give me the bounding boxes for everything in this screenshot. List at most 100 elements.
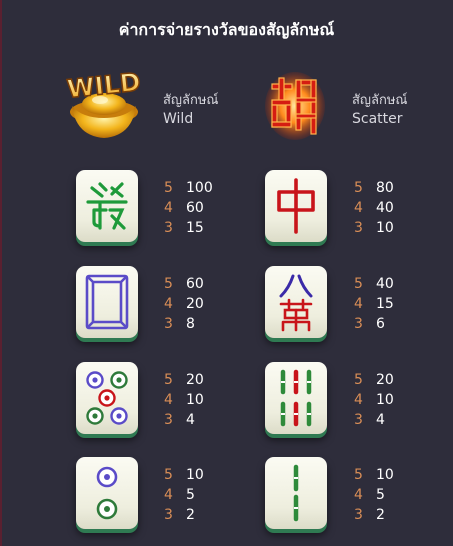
pay-value: 10	[376, 467, 394, 483]
pay-row: 5 60	[164, 274, 244, 294]
six-bamboo-tile-icon	[265, 362, 327, 434]
pay-row: 34	[354, 410, 434, 430]
pay-count: 3	[164, 507, 173, 523]
pay-value: 2	[376, 507, 385, 523]
pay-row: 5 20	[164, 370, 244, 390]
pay-value: 5	[186, 487, 195, 503]
two-bamboo-paytable: 5 10 45 32	[354, 465, 434, 525]
wild-label-prefix: สัญลักษณ์	[163, 93, 219, 108]
five-dots-paytable: 5 20 4 10 34	[164, 370, 244, 430]
two-bamboo-tile-icon	[265, 457, 327, 529]
pay-value: 60	[186, 200, 204, 216]
pay-count: 4	[354, 487, 363, 503]
pay-count: 5	[354, 467, 363, 483]
pay-value: 20	[186, 372, 204, 388]
pay-value: 10	[376, 392, 394, 408]
pay-count: 3	[164, 220, 173, 236]
pay-value: 10	[186, 392, 204, 408]
pay-count: 5	[354, 372, 363, 388]
wild-label: สัญลักษณ์ Wild	[163, 92, 218, 128]
pay-value: 5	[376, 487, 385, 503]
pay-row: 45	[354, 485, 434, 505]
pay-value: 2	[186, 507, 195, 523]
pay-count: 4	[164, 392, 173, 408]
red-zhong-paytable: 5 80 4 40 3 10	[354, 178, 434, 238]
pay-count: 4	[164, 296, 173, 312]
pay-row: 4 20	[164, 294, 244, 314]
pay-count: 4	[164, 200, 173, 216]
pay-count: 3	[354, 412, 363, 428]
pay-row: 4 40	[354, 198, 434, 218]
pay-row: 4 60	[164, 198, 244, 218]
pay-value: 15	[376, 296, 394, 312]
pay-value: 10	[186, 467, 204, 483]
pay-count: 5	[354, 276, 363, 292]
pay-value: 15	[186, 220, 204, 236]
eight-wan-paytable: 5 40 4 15 36	[354, 274, 434, 334]
pay-value: 10	[376, 220, 394, 236]
pay-row: 4 10	[354, 390, 434, 410]
svg-text:WILD: WILD	[66, 67, 142, 104]
pay-row: 45	[164, 485, 244, 505]
scatter-hu-character-icon	[262, 70, 328, 146]
pay-value: 60	[186, 276, 204, 292]
pay-value: 80	[376, 180, 394, 196]
pay-row: 32	[354, 505, 434, 525]
pay-count: 3	[354, 316, 363, 332]
scatter-label-prefix: สัญลักษณ์	[352, 93, 408, 108]
pay-value: 20	[376, 372, 394, 388]
wild-symbol: WILD สัญลักษณ์ Wild	[65, 66, 226, 146]
pay-value: 40	[376, 200, 394, 216]
pay-value: 8	[186, 316, 195, 332]
pay-count: 4	[354, 200, 363, 216]
pay-value: 100	[186, 180, 213, 196]
pay-row: 4 10	[164, 390, 244, 410]
pay-row: 5 10	[354, 465, 434, 485]
wild-label-name: Wild	[163, 111, 194, 127]
green-fa-tile-icon	[76, 170, 138, 242]
pay-row: 3 10	[354, 218, 434, 238]
pay-count: 5	[164, 276, 173, 292]
wild-gold-ingot-icon: WILD	[65, 66, 143, 140]
pay-row: 5 40	[354, 274, 434, 294]
pay-row: 36	[354, 314, 434, 334]
pay-value: 40	[376, 276, 394, 292]
pay-value: 4	[376, 412, 385, 428]
five-dots-tile-icon	[76, 362, 138, 434]
pay-row: 3 15	[164, 218, 244, 238]
pay-count: 5	[354, 180, 363, 196]
pay-row: 5 80	[354, 178, 434, 198]
pay-count: 5	[164, 180, 173, 196]
pay-count: 3	[354, 220, 363, 236]
pay-count: 3	[164, 316, 173, 332]
paytable-title: ค่าการจ่ายรางวัลของสัญลักษณ์	[118, 20, 335, 39]
pay-row: 38	[164, 314, 244, 334]
two-dots-tile-icon	[76, 457, 138, 529]
pay-value: 4	[186, 412, 195, 428]
pay-count: 3	[354, 507, 363, 523]
white-dragon-paytable: 5 60 4 20 38	[164, 274, 244, 334]
scatter-label: สัญลักษณ์ Scatter	[352, 92, 407, 128]
pay-row: 32	[164, 505, 244, 525]
pay-row: 5 100	[164, 178, 244, 198]
pay-count: 4	[354, 392, 363, 408]
pay-row: 34	[164, 410, 244, 430]
pay-count: 4	[164, 487, 173, 503]
pay-count: 5	[164, 467, 173, 483]
scatter-symbol: สัญลักษณ์ Scatter	[262, 70, 432, 150]
six-bamboo-paytable: 5 20 4 10 34	[354, 370, 434, 430]
red-zhong-tile-icon	[265, 170, 327, 242]
eight-wan-tile-icon	[265, 266, 327, 338]
pay-value: 20	[186, 296, 204, 312]
pay-row: 5 20	[354, 370, 434, 390]
frame-edge	[0, 0, 2, 546]
pay-count: 3	[164, 412, 173, 428]
two-dots-paytable: 5 10 45 32	[164, 465, 244, 525]
white-dragon-tile-icon	[76, 266, 138, 338]
pay-count: 5	[164, 372, 173, 388]
pay-row: 5 10	[164, 465, 244, 485]
pay-count: 4	[354, 296, 363, 312]
pay-row: 4 15	[354, 294, 434, 314]
green-fa-paytable: 5 100 4 60 3 15	[164, 178, 244, 238]
scatter-label-name: Scatter	[352, 111, 403, 127]
